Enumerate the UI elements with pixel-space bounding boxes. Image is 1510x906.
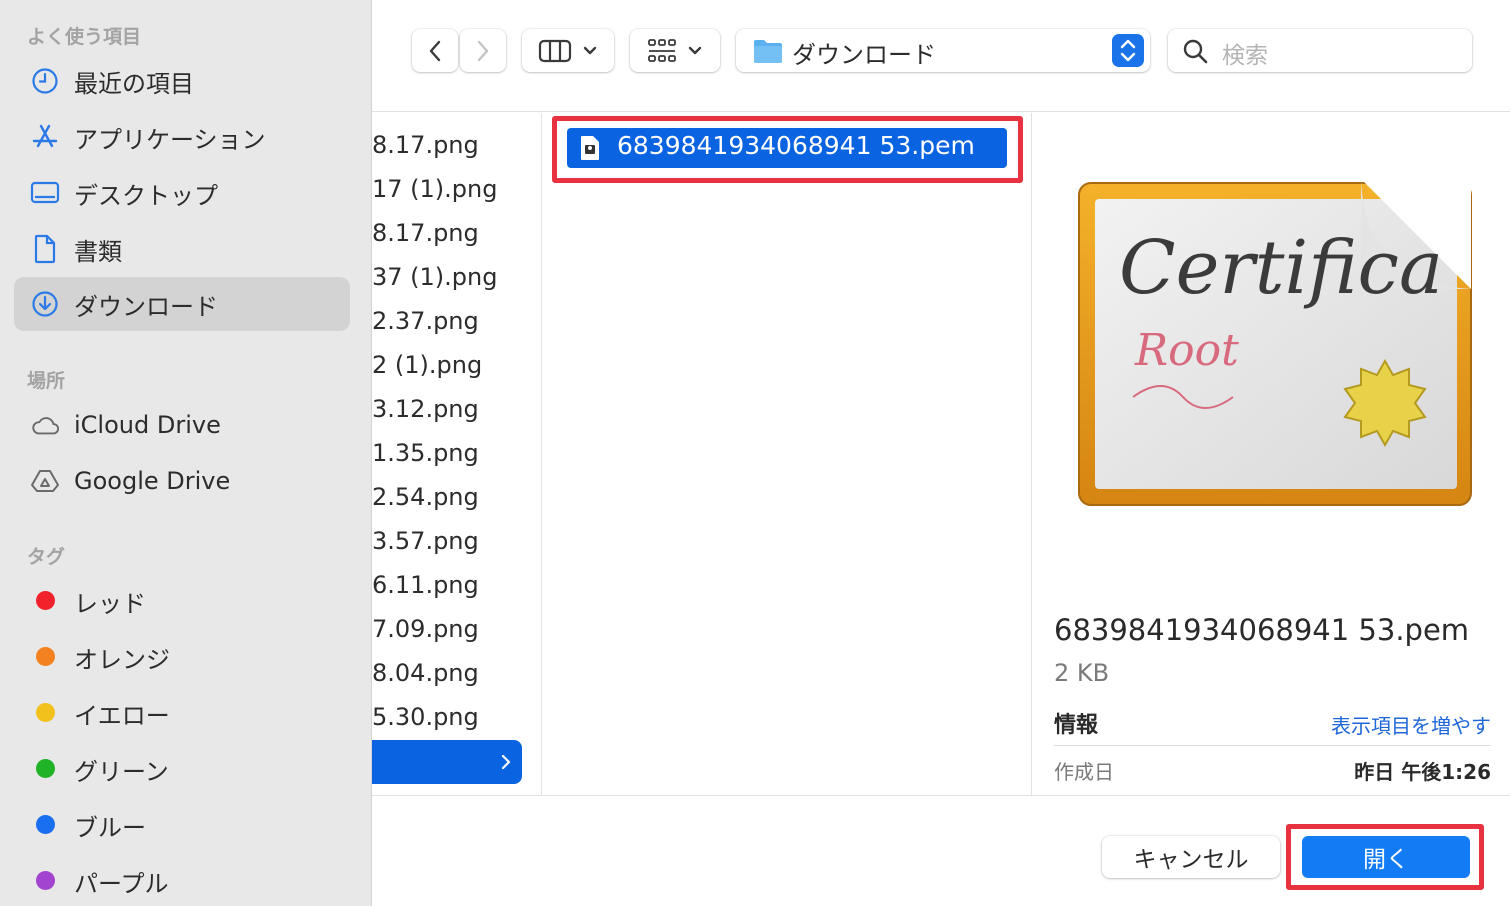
sidebar-tag-purple[interactable]: パープル bbox=[14, 854, 350, 906]
column-view-icon bbox=[538, 39, 572, 62]
download-icon bbox=[30, 290, 60, 318]
selected-folder-row[interactable] bbox=[372, 740, 522, 784]
sidebar-item-label: デスクトップ bbox=[74, 181, 218, 210]
sidebar-item-label: Google Drive bbox=[74, 467, 231, 495]
tag-color-dot bbox=[36, 591, 55, 610]
list-item[interactable]: 6.11.png bbox=[372, 563, 532, 607]
sidebar-tag-green[interactable]: グリーン bbox=[14, 742, 350, 796]
list-item[interactable]: 5.30.png bbox=[372, 695, 532, 739]
sidebar-item-desktop[interactable]: デスクトップ bbox=[14, 166, 350, 220]
list-item[interactable]: 2 (1).png bbox=[372, 343, 532, 387]
view-mode-button[interactable] bbox=[522, 29, 614, 72]
tag-color-dot bbox=[36, 871, 55, 890]
search-placeholder[interactable]: 検索 bbox=[1222, 36, 1268, 70]
locations-section-title: 場所 bbox=[27, 370, 66, 392]
sidebar-tag-yellow[interactable]: イエロー bbox=[14, 686, 350, 740]
list-item[interactable]: 1.35.png bbox=[372, 431, 532, 475]
grid-icon bbox=[648, 38, 676, 62]
created-value: 昨日 午後1:26 bbox=[1354, 760, 1491, 784]
tag-color-dot bbox=[36, 815, 55, 834]
cloud-icon bbox=[30, 411, 60, 439]
path-popup[interactable]: ダウンロード bbox=[736, 29, 1150, 72]
preview-file-size: 2 KB bbox=[1054, 659, 1110, 687]
file-column-1: 8.17.png 17 (1).png 8.17.png 37 (1).png … bbox=[372, 113, 542, 795]
sidebar-item-label: 書類 bbox=[74, 237, 122, 266]
back-button[interactable] bbox=[412, 29, 458, 72]
tags-section-title: タグ bbox=[27, 546, 66, 568]
sidebar-item-applications[interactable]: アプリケーション bbox=[14, 110, 350, 164]
list-item[interactable]: 8.04.png bbox=[372, 651, 532, 695]
tag-label: レッド bbox=[74, 589, 146, 618]
svg-text:Certifica: Certifica bbox=[1119, 225, 1443, 311]
search-icon bbox=[1183, 39, 1208, 64]
group-button[interactable] bbox=[630, 29, 720, 72]
chevron-left-icon bbox=[429, 40, 441, 61]
cancel-button[interactable]: キャンセル bbox=[1102, 836, 1280, 878]
created-label: 作成日 bbox=[1054, 760, 1114, 784]
open-button[interactable]: 開く bbox=[1302, 836, 1470, 878]
list-item[interactable]: 8.17.png bbox=[372, 211, 532, 255]
show-more-link[interactable]: 表示項目を増やす bbox=[1331, 710, 1491, 739]
sidebar: よく使う項目 最近の項目 アプリケーション デスクトップ 書類 ダウンロード 場… bbox=[0, 0, 372, 906]
list-item[interactable]: 2.37.png bbox=[372, 299, 532, 343]
sidebar-item-label: 最近の項目 bbox=[74, 69, 194, 98]
chevron-right-icon bbox=[501, 754, 511, 770]
forward-button[interactable] bbox=[460, 29, 506, 72]
sidebar-tag-orange[interactable]: オレンジ bbox=[14, 630, 350, 684]
preview-pane: Certifica Root 6839841934068941 53.pem 2… bbox=[1033, 113, 1510, 795]
folder-icon bbox=[754, 40, 782, 63]
tag-color-dot bbox=[36, 759, 55, 778]
tag-label: ブルー bbox=[74, 813, 146, 842]
tag-color-dot bbox=[36, 703, 55, 722]
sidebar-item-recents[interactable]: 最近の項目 bbox=[14, 54, 350, 108]
list-item[interactable]: 3.12.png bbox=[372, 387, 532, 431]
sidebar-item-google-drive[interactable]: Google Drive bbox=[14, 454, 350, 508]
list-item[interactable]: 17 (1).png bbox=[372, 167, 532, 211]
tag-color-dot bbox=[36, 647, 55, 666]
bottom-bar: キャンセル 開く bbox=[372, 795, 1510, 906]
list-item[interactable]: 37 (1).png bbox=[372, 255, 532, 299]
tag-label: パープル bbox=[74, 869, 169, 898]
search-field[interactable]: 検索 bbox=[1168, 29, 1472, 72]
tag-label: グリーン bbox=[74, 757, 169, 786]
list-item[interactable]: 7.09.png bbox=[372, 607, 532, 651]
path-label: ダウンロード bbox=[792, 41, 936, 69]
sidebar-item-documents[interactable]: 書類 bbox=[14, 222, 350, 276]
list-item[interactable]: 8.17.png bbox=[372, 123, 532, 167]
certificate-preview-icon: Certifica Root bbox=[1078, 179, 1472, 506]
google-drive-icon bbox=[30, 467, 60, 495]
divider bbox=[1054, 745, 1491, 746]
sidebar-item-label: ダウンロード bbox=[74, 292, 218, 321]
svg-text:Root: Root bbox=[1134, 325, 1239, 376]
app-store-icon bbox=[30, 123, 60, 151]
sidebar-tag-blue[interactable]: ブルー bbox=[14, 798, 350, 852]
sidebar-item-icloud-drive[interactable]: iCloud Drive bbox=[14, 398, 350, 452]
sidebar-tag-red[interactable]: レッド bbox=[14, 574, 350, 628]
sidebar-item-downloads[interactable]: ダウンロード bbox=[14, 277, 350, 331]
info-heading: 情報 bbox=[1054, 713, 1099, 738]
file-column-2 bbox=[543, 113, 1032, 795]
preview-file-name: 6839841934068941 53.pem bbox=[1054, 613, 1470, 647]
chevron-down-icon bbox=[583, 46, 597, 54]
certificate-file-icon bbox=[581, 136, 599, 160]
sidebar-item-label: iCloud Drive bbox=[74, 411, 221, 439]
updown-chevron-icon bbox=[1112, 34, 1144, 67]
tag-label: オレンジ bbox=[74, 645, 170, 674]
favorites-section-title: よく使う項目 bbox=[27, 26, 142, 48]
document-icon bbox=[30, 234, 60, 264]
list-item[interactable]: 3.57.png bbox=[372, 519, 532, 563]
selected-file-row[interactable]: 6839841934068941 53.pem bbox=[567, 128, 1007, 168]
list-item[interactable]: 2.54.png bbox=[372, 475, 532, 519]
chevron-right-icon bbox=[477, 40, 489, 61]
chevron-down-icon bbox=[688, 46, 702, 54]
toolbar: ダウンロード 検索 bbox=[372, 0, 1510, 112]
file-name: 6839841934068941 53.pem bbox=[617, 131, 975, 160]
desktop-icon bbox=[30, 179, 60, 207]
sidebar-item-label: アプリケーション bbox=[74, 125, 266, 154]
tag-label: イエロー bbox=[74, 701, 170, 730]
clock-icon bbox=[30, 67, 60, 95]
